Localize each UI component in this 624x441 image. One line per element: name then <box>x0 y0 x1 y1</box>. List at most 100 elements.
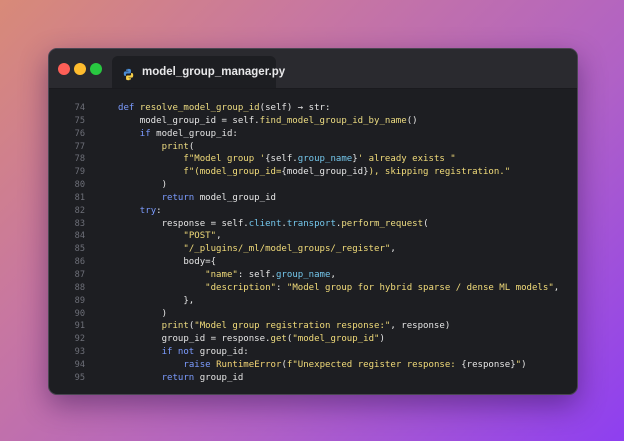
line-number: 79 <box>74 167 85 178</box>
code-token: ( <box>188 141 195 152</box>
code-line: 79 f"(model_group_id={model_group_id}), … <box>49 166 577 179</box>
code-line: 89 }, <box>49 295 577 308</box>
code-line: 75 model_group_id = self.find_model_grou… <box>49 115 577 128</box>
code-token: : <box>156 205 162 216</box>
line-number: 92 <box>74 334 85 345</box>
line-number: 89 <box>74 295 85 306</box>
code-line: 88 "description": "Model group for hybri… <box>49 282 577 295</box>
code-text: if not group_id: <box>118 346 249 359</box>
code-text: def resolve_model_group_id(self) → str: <box>118 102 330 115</box>
code-token: group_id = response. <box>118 334 271 345</box>
code-text: print("Model group registration response… <box>118 320 451 333</box>
code-line: 92 group_id = response.get("model_group_… <box>49 333 577 346</box>
code-token: if not <box>161 347 195 358</box>
code-token: , <box>390 244 396 255</box>
code-token: : <box>275 282 287 293</box>
code-text: }, <box>118 295 194 308</box>
code-text: raise RuntimeError(f"Unexpected register… <box>118 359 526 372</box>
code-token: : self. <box>237 269 276 280</box>
code-text: "name": self.group_name, <box>118 269 336 282</box>
code-token: group_id: <box>194 347 249 358</box>
code-token: ) <box>118 180 168 191</box>
line-number: 90 <box>74 308 85 319</box>
code-line: 74 def resolve_model_group_id(self) → str… <box>49 102 577 115</box>
code-token: return <box>161 192 195 203</box>
code-token: f"Unexpected register response: <box>286 359 462 370</box>
code-token: "/_plugins/_ml/model_groups/_register" <box>183 244 391 255</box>
code-token: get <box>270 334 287 345</box>
code-token: "Model group registration response:" <box>194 321 391 332</box>
code-token: f"(model_group_id= <box>183 167 282 178</box>
code-token: {model_group_id} <box>281 167 369 178</box>
code-line: 81 return model_group_id <box>49 192 577 205</box>
code-token: ), skipping registration." <box>368 167 511 178</box>
code-line: 93 if not group_id: <box>49 346 577 359</box>
code-text: "description": "Model group for hybrid s… <box>118 282 559 295</box>
line-number: 77 <box>74 141 85 152</box>
close-window-button[interactable] <box>58 63 70 75</box>
code-token: {self. <box>265 154 298 165</box>
code-token: if <box>139 128 151 139</box>
code-text: ) <box>118 308 167 321</box>
code-token: "Model group for hybrid sparse / dense M… <box>286 282 554 293</box>
code-token: , <box>330 269 336 280</box>
line-number: 93 <box>74 347 85 358</box>
minimize-window-button[interactable] <box>74 63 86 75</box>
code-token: perform_request <box>341 218 424 229</box>
code-text: "/_plugins/_ml/model_groups/_register", <box>118 243 396 256</box>
code-area[interactable]: 74 def resolve_model_group_id(self) → str… <box>49 102 577 385</box>
code-line: 80 ) <box>49 179 577 192</box>
code-token: ( <box>423 218 429 229</box>
line-number: 87 <box>74 269 85 280</box>
code-token: RuntimeError <box>216 359 282 370</box>
code-line: 85 "/_plugins/_ml/model_groups/_register… <box>49 243 577 256</box>
code-text: print( <box>118 141 195 154</box>
code-text: return model_group_id <box>118 192 276 205</box>
code-token: client <box>248 218 282 229</box>
code-token: "POST" <box>183 231 217 242</box>
code-line: 83 response = self.client.transport.perf… <box>49 218 577 231</box>
code-line: 90 ) <box>49 308 577 321</box>
line-number: 95 <box>74 372 85 383</box>
file-tab[interactable]: model_group_manager.py <box>112 56 285 88</box>
code-token: response = self. <box>118 218 249 229</box>
code-token: , response) <box>390 321 451 332</box>
code-line: 87 "name": self.group_name, <box>49 269 577 282</box>
line-number: 88 <box>74 282 85 293</box>
line-number: 84 <box>74 231 85 242</box>
code-token: ) <box>118 308 168 319</box>
code-token: , <box>216 231 222 242</box>
code-text: f"Model group '{self.group_name}' alread… <box>118 153 455 166</box>
code-text: ) <box>118 179 167 192</box>
code-text: group_id = response.get("model_group_id"… <box>118 333 385 346</box>
file-tab-label: model_group_manager.py <box>142 66 286 78</box>
code-text: body={ <box>118 256 216 269</box>
line-number: 80 <box>74 180 85 191</box>
line-number: 85 <box>74 244 85 255</box>
maximize-window-button[interactable] <box>90 63 102 75</box>
line-number: 75 <box>74 115 85 126</box>
code-token: group_id <box>194 372 244 383</box>
line-number: 91 <box>74 321 85 332</box>
title-bar: model_group_manager.py <box>49 49 577 89</box>
code-text: model_group_id = self.find_model_group_i… <box>118 115 418 128</box>
line-number: 81 <box>74 192 85 203</box>
code-line: 76 if model_group_id: <box>49 128 577 141</box>
code-token: find_model_group_id_by_name <box>259 115 407 126</box>
code-token: f"Model group ' <box>183 154 266 165</box>
line-number: 83 <box>74 218 85 229</box>
line-number: 82 <box>74 205 85 216</box>
code-token: (self) → str: <box>259 103 331 113</box>
code-token: try <box>139 205 157 216</box>
code-token: ) <box>379 334 385 345</box>
